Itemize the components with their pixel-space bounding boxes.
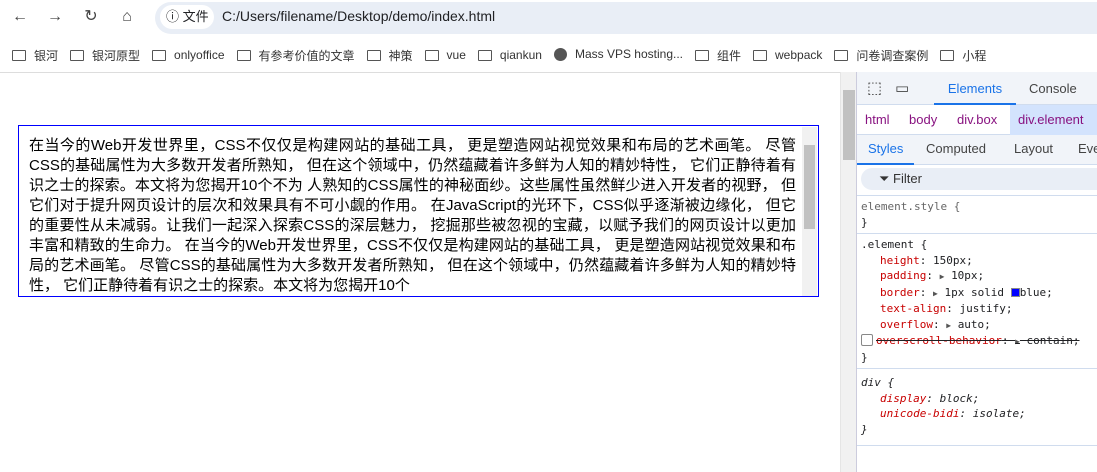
css-prop[interactable]: padding: ▶ 10px; xyxy=(861,268,1093,285)
bookmark-item[interactable]: 有参考价值的文章 xyxy=(236,39,355,70)
folder-icon xyxy=(940,49,955,61)
css-prop[interactable]: border: ▶ 1px solid blue; xyxy=(861,285,1093,302)
info-icon: ⓘ xyxy=(166,9,183,24)
breadcrumb-body[interactable]: body xyxy=(909,105,937,135)
back-button[interactable]: ← xyxy=(9,6,31,28)
styles-filter-input[interactable]: ⏷ Filter xyxy=(861,168,1097,190)
folder-icon xyxy=(70,49,85,61)
browser-toolbar: ← → ↻ ⌂ ⓘ 文件 C:/Users/filename/Desktop/d… xyxy=(0,0,1097,35)
folder-icon xyxy=(695,49,709,61)
css-prop[interactable]: overflow: ▶ auto; xyxy=(861,317,1093,334)
bookmark-label: qiankun xyxy=(499,48,542,62)
breadcrumb-div-element[interactable]: div.element xyxy=(1010,105,1097,135)
rule-selector: .element { xyxy=(861,238,928,251)
css-prop-disabled[interactable]: overscroll-behavior: ▶ contain; xyxy=(861,333,1093,350)
tab-console[interactable]: Console xyxy=(1029,72,1077,105)
bookmark-label: webpack xyxy=(775,48,823,62)
element-class-rule[interactable]: .element { height: 150px; padding: ▶ 10p… xyxy=(857,234,1097,369)
page-viewport: 在当今的Web开发世界里，CSS不仅仅是构建网站的基础工具， 更是塑造网站视觉效… xyxy=(0,72,840,472)
bookmark-label: 组件 xyxy=(717,48,742,63)
bookmark-item[interactable]: vue xyxy=(424,39,466,70)
page-scroll-thumb[interactable] xyxy=(843,90,855,160)
bookmark-label: 问卷调查案例 xyxy=(856,48,929,63)
rule-close: } xyxy=(861,422,868,436)
folder-icon xyxy=(753,49,768,61)
expand-arrow-icon[interactable]: ▶ xyxy=(946,321,951,330)
css-prop[interactable]: height: 150px; xyxy=(861,253,1093,269)
url-text[interactable]: C:/Users/filename/Desktop/demo/index.htm… xyxy=(222,8,495,24)
bookmark-item[interactable]: onlyoffice xyxy=(152,39,225,70)
page-scrollbar[interactable] xyxy=(840,72,856,472)
inspect-icon[interactable]: ⬚ xyxy=(867,72,882,105)
devtools-panel: ⬚ ▭ Elements Console html body div.box d… xyxy=(856,72,1097,472)
bookmark-label: 银河原型 xyxy=(92,48,141,63)
element-style-rule[interactable]: element.style { } xyxy=(857,196,1097,234)
bookmark-item[interactable]: 银河 xyxy=(12,39,58,70)
subtab-computed[interactable]: Computed xyxy=(926,135,986,165)
bookmark-item[interactable]: 神策 xyxy=(366,39,413,70)
rule-close: } xyxy=(861,350,868,364)
breadcrumb-html[interactable]: html xyxy=(865,105,890,135)
forward-button[interactable]: → xyxy=(44,6,66,28)
bookmark-label: onlyoffice xyxy=(174,48,225,62)
breadcrumb-div-box[interactable]: div.box xyxy=(957,105,997,135)
folder-icon xyxy=(12,49,26,61)
subtab-event-listeners[interactable]: Eve xyxy=(1078,135,1097,165)
globe-icon xyxy=(553,47,567,61)
box-text: 在当今的Web开发世界里，CSS不仅仅是构建网站的基础工具， 更是塑造网站视觉效… xyxy=(29,137,796,294)
bookmark-label: Mass VPS hosting... xyxy=(574,47,683,61)
box-scroll-thumb[interactable] xyxy=(804,145,815,229)
element-box[interactable]: 在当今的Web开发世界里，CSS不仅仅是构建网站的基础工具， 更是塑造网站视觉效… xyxy=(18,125,819,297)
bookmark-item[interactable]: Mass VPS hosting... xyxy=(553,38,683,70)
bookmark-item[interactable]: 小程 xyxy=(940,39,986,70)
bookmark-label: 有参考价值的文章 xyxy=(258,48,355,63)
color-swatch[interactable] xyxy=(1010,287,1020,297)
home-button[interactable]: ⌂ xyxy=(116,6,138,28)
filter-placeholder: Filter xyxy=(893,171,922,186)
reload-button[interactable]: ↻ xyxy=(80,6,102,28)
folder-icon xyxy=(834,49,849,61)
rule-selector: element.style { xyxy=(861,200,961,213)
folder-icon xyxy=(366,49,381,61)
bookmark-item[interactable]: 问卷调查案例 xyxy=(834,39,928,70)
css-prop[interactable]: text-align: justify; xyxy=(861,301,1093,317)
subtab-layout[interactable]: Layout xyxy=(1014,135,1053,165)
subtab-styles[interactable]: Styles xyxy=(857,135,915,165)
folder-icon xyxy=(236,49,251,61)
bookmark-item[interactable]: 组件 xyxy=(695,39,741,70)
bookmark-label: 小程 xyxy=(962,48,987,63)
rule-selector: div { xyxy=(861,376,895,389)
user-agent-rule: div { display: block; unicode-bidi: isol… xyxy=(857,369,1097,446)
folder-icon xyxy=(424,49,439,61)
rule-close: } xyxy=(861,215,868,229)
bookmark-item[interactable]: webpack xyxy=(753,39,822,70)
box-scrollbar[interactable] xyxy=(802,127,817,296)
tab-elements[interactable]: Elements xyxy=(934,72,1016,105)
device-toggle-icon[interactable]: ▭ xyxy=(895,72,909,105)
prop-checkbox[interactable] xyxy=(861,334,873,346)
bookmark-label: 神策 xyxy=(388,48,413,63)
bookmarks-bar: 银河 银河原型 onlyoffice 有参考价值的文章 神策 vue qiankun Mass… xyxy=(0,38,1097,70)
chip-label: 文件 xyxy=(182,9,209,24)
expand-arrow-icon[interactable]: ▶ xyxy=(933,289,938,298)
bookmark-label: 银河 xyxy=(34,48,59,63)
bookmark-label: vue xyxy=(446,48,466,62)
folder-icon xyxy=(477,49,492,61)
expand-arrow-icon[interactable]: ▶ xyxy=(940,272,945,281)
folder-icon xyxy=(152,49,167,61)
bookmark-item[interactable]: qiankun xyxy=(477,39,542,70)
bookmark-item[interactable]: 银河原型 xyxy=(70,39,140,70)
site-info-chip[interactable]: ⓘ 文件 xyxy=(160,5,214,29)
filter-icon: ⏷ xyxy=(879,171,894,186)
